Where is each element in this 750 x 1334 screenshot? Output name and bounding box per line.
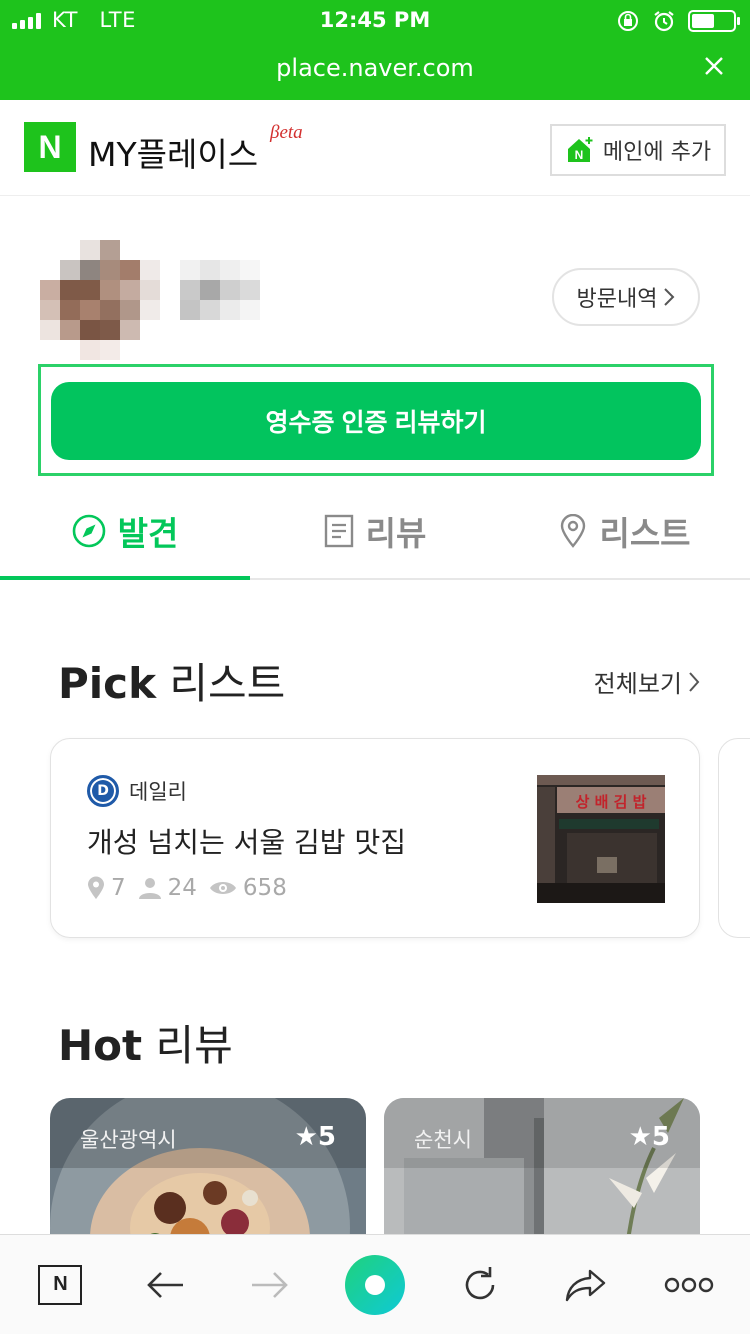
- tab-discover-label: 발견: [117, 514, 179, 553]
- hot-review-score: ★5: [628, 1122, 670, 1152]
- pick-list-card-next[interactable]: [718, 738, 750, 938]
- arrow-left-icon: [147, 1271, 184, 1298]
- source-name: 데일리: [129, 780, 187, 804]
- tab-list-label: 리스트: [599, 514, 691, 553]
- pick-card-stats: 7 24 658: [87, 875, 293, 901]
- pick-title-rest: 리스트: [156, 659, 286, 708]
- hot-review-region: 울산광역시: [80, 1128, 177, 1152]
- person-icon: [138, 878, 161, 899]
- eye-icon: [209, 882, 236, 894]
- hot-title-rest: 리뷰: [142, 1021, 233, 1070]
- close-icon[interactable]: [704, 56, 724, 76]
- source-logo: D: [87, 775, 119, 807]
- more-dots-icon: [665, 1277, 714, 1292]
- hot-review-region: 순천시: [414, 1128, 472, 1152]
- app-title: MY플레이스: [88, 135, 259, 174]
- battery-icon: [688, 10, 740, 32]
- naver-n-icon: N: [38, 1264, 83, 1305]
- pick-source: D 데일리: [87, 775, 187, 807]
- compass-icon: [72, 514, 105, 548]
- nickname-blurred: [180, 260, 260, 320]
- green-dot-button[interactable]: [340, 1250, 410, 1320]
- url-label[interactable]: place.naver.com: [0, 54, 750, 82]
- browser-top-bar: KT LTE 12:45 PM place.naver.com: [0, 0, 750, 100]
- rotation-lock-icon: [618, 11, 638, 31]
- home-plus-icon: N: [567, 137, 593, 162]
- add-to-main-button[interactable]: N 메인에 추가: [550, 124, 726, 176]
- green-dot-icon: [344, 1254, 405, 1315]
- tab-review[interactable]: 리뷰: [250, 484, 500, 578]
- naver-logo[interactable]: N: [24, 122, 76, 172]
- profile-avatar: [40, 240, 160, 360]
- hot-section-title: Hot 리뷰: [58, 1012, 233, 1073]
- views-count: 658: [242, 875, 287, 901]
- see-all-link[interactable]: 전체보기: [594, 664, 700, 699]
- chevron-right-icon: [664, 288, 675, 306]
- tab-list[interactable]: 리스트: [500, 484, 750, 578]
- forward-button[interactable]: [235, 1250, 305, 1320]
- document-icon: [324, 514, 353, 548]
- followers-count: 24: [167, 875, 197, 901]
- see-all-label: 전체보기: [593, 670, 682, 698]
- location-pin-icon: [561, 514, 586, 548]
- beta-badge: βeta: [270, 122, 303, 143]
- places-count: 7: [111, 875, 126, 901]
- visit-history-button[interactable]: 방문내역: [552, 268, 700, 326]
- pick-card-thumbnail: 상 배 김 밥: [537, 775, 665, 903]
- location-pin-icon: [88, 876, 104, 899]
- pick-title-bold: Pick: [58, 659, 157, 708]
- main-tabs: 발견 리뷰 리스트: [0, 484, 750, 580]
- refresh-icon: [465, 1266, 495, 1299]
- status-icons: [616, 9, 740, 33]
- hot-review-score: ★5: [294, 1122, 336, 1152]
- chevron-right-icon: [689, 671, 700, 692]
- pick-card-title: 개성 넘치는 서울 김밥 맛집: [87, 826, 406, 859]
- thumb-sign-text: 상 배 김 밥: [576, 793, 647, 811]
- pick-section-title: Pick 리스트: [58, 650, 285, 711]
- alarm-icon: [654, 11, 674, 32]
- visit-history-label: 방문내역: [576, 287, 658, 312]
- add-to-main-label: 메인에 추가: [602, 140, 712, 165]
- back-button[interactable]: [130, 1250, 200, 1320]
- receipt-review-button[interactable]: 영수증 인증 리뷰하기: [51, 382, 701, 460]
- hot-title-bold: Hot: [58, 1021, 143, 1070]
- tab-review-label: 리뷰: [365, 514, 427, 553]
- refresh-button[interactable]: [445, 1250, 515, 1320]
- naver-home-button[interactable]: N: [25, 1250, 95, 1320]
- svg-text:N: N: [575, 148, 584, 162]
- tab-discover[interactable]: 발견: [0, 484, 250, 580]
- review-button-focus-frame: 영수증 인증 리뷰하기: [38, 364, 714, 476]
- pick-list-card[interactable]: D 데일리 개성 넘치는 서울 김밥 맛집 7 24 658 상 배 김 밥: [50, 738, 700, 938]
- app-header: N MY플레이스 βeta N 메인에 추가: [0, 100, 750, 196]
- share-arrow-icon: [565, 1269, 605, 1301]
- share-button[interactable]: [550, 1250, 620, 1320]
- browser-toolbar: N: [0, 1234, 750, 1334]
- arrow-right-icon: [252, 1271, 288, 1298]
- status-bar: KT LTE 12:45 PM: [0, 0, 750, 42]
- more-button[interactable]: [654, 1250, 724, 1320]
